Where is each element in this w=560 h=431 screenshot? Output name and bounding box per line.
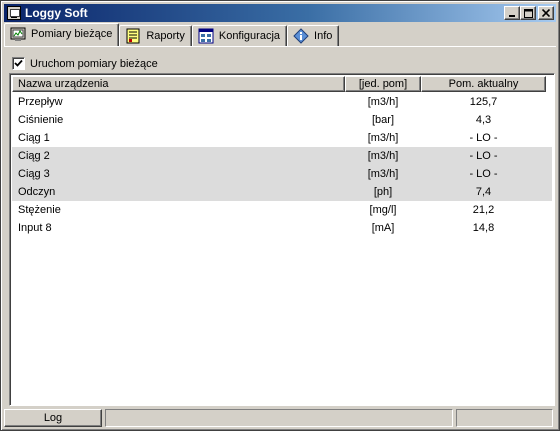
app-icon[interactable]	[7, 6, 21, 20]
cell-current-value: 7,4	[475, 186, 492, 198]
cell-unit: [bar]	[371, 114, 394, 126]
cell-unit: [m3/h]	[367, 168, 399, 180]
cell-current-value: - LO -	[469, 150, 498, 162]
cell-device-name: Ciąg 1	[18, 132, 50, 144]
info-diamond-icon	[293, 28, 309, 44]
tab-label: Raporty	[146, 30, 185, 42]
window-title: Loggy Soft	[25, 6, 88, 20]
tab-label: Konfiguracja	[218, 30, 281, 42]
measurements-list[interactable]: Nazwa urządzenia [jed. pom] Pom. aktualn…	[9, 73, 555, 406]
table-row[interactable]: Ciąg 2 [m3/h] - LO -	[12, 147, 552, 165]
report-icon	[126, 28, 140, 44]
config-icon	[198, 28, 214, 44]
cell-current-value: - LO -	[469, 168, 498, 180]
tab-konfiguracja[interactable]: Konfiguracja	[191, 25, 288, 46]
cell-current-value: - LO -	[469, 132, 498, 144]
app-window: Loggy Soft Pomiary bieżące Raporty Konfi…	[0, 0, 560, 431]
column-header-unit[interactable]: [jed. pom]	[345, 76, 421, 92]
column-header-current-value[interactable]: Pom. aktualny	[421, 76, 546, 92]
close-button[interactable]	[538, 6, 554, 20]
minimize-button[interactable]	[504, 6, 520, 20]
checkmark-icon	[14, 59, 23, 67]
cell-current-value: 14,8	[472, 222, 495, 234]
title-bar[interactable]: Loggy Soft	[4, 4, 556, 22]
table-row[interactable]: Przepływ [m3/h] 125,7	[12, 93, 552, 111]
cell-current-value: 125,7	[469, 96, 498, 108]
table-row[interactable]: Odczyn [ph] 7,4	[12, 183, 552, 201]
caption-buttons	[504, 6, 554, 20]
tab-raporty[interactable]: Raporty	[119, 25, 192, 46]
cell-device-name: Stężenie	[18, 204, 61, 216]
column-header-device-name[interactable]: Nazwa urządzenia	[12, 76, 345, 92]
cell-unit: [mg/l]	[369, 204, 397, 216]
tab-info[interactable]: Info	[287, 25, 340, 46]
tab-strip: Pomiary bieżące Raporty Konfiguracja Inf…	[4, 23, 340, 46]
table-row[interactable]: Ciąg 1 [m3/h] - LO -	[12, 129, 552, 147]
cell-current-value: 4,3	[475, 114, 492, 126]
maximize-icon	[523, 8, 533, 18]
minimize-icon	[509, 15, 515, 17]
cell-unit: [m3/h]	[367, 132, 399, 144]
cell-device-name: Odczyn	[18, 186, 56, 198]
tab-pomiary-biezace[interactable]: Pomiary bieżące	[4, 23, 120, 46]
run-measurements-label: Uruchom pomiary bieżące	[30, 57, 158, 70]
run-measurements-checkbox[interactable]	[12, 57, 25, 70]
log-button[interactable]: Log	[4, 409, 102, 427]
cell-device-name: Input 8	[18, 222, 52, 234]
maximize-button[interactable]	[520, 6, 536, 20]
tab-label: Info	[314, 30, 333, 42]
cell-unit: [ph]	[373, 186, 393, 198]
status-bar: Log	[4, 409, 556, 427]
cell-current-value: 21,2	[472, 204, 495, 216]
tab-label: Pomiary bieżące	[31, 28, 113, 40]
table-row[interactable]: Ciśnienie [bar] 4,3	[12, 111, 552, 129]
cell-device-name: Ciąg 2	[18, 150, 50, 162]
cell-unit: [mA]	[371, 222, 395, 234]
tab-panel: Uruchom pomiary bieżące Nazwa urządzenia…	[4, 46, 556, 406]
list-header: Nazwa urządzenia [jed. pom] Pom. aktualn…	[12, 76, 552, 92]
monitor-icon	[10, 27, 26, 41]
table-row[interactable]: Ciąg 3 [m3/h] - LO -	[12, 165, 552, 183]
status-pane-secondary	[456, 409, 553, 427]
table-row[interactable]: Stężenie [mg/l] 21,2	[12, 201, 552, 219]
cell-unit: [m3/h]	[367, 96, 399, 108]
cell-unit: [m3/h]	[367, 150, 399, 162]
cell-device-name: Przepływ	[18, 96, 63, 108]
cell-device-name: Ciąg 3	[18, 168, 50, 180]
cell-device-name: Ciśnienie	[18, 114, 64, 126]
table-row[interactable]: Input 8 [mA] 14,8	[12, 219, 552, 237]
status-pane-main	[105, 409, 453, 427]
run-measurements-toggle[interactable]: Uruchom pomiary bieżące	[12, 57, 158, 70]
list-rows: Przepływ [m3/h] 125,7 Ciśnienie [bar] 4,3 Ciąg…	[12, 93, 552, 237]
close-icon	[542, 9, 550, 17]
